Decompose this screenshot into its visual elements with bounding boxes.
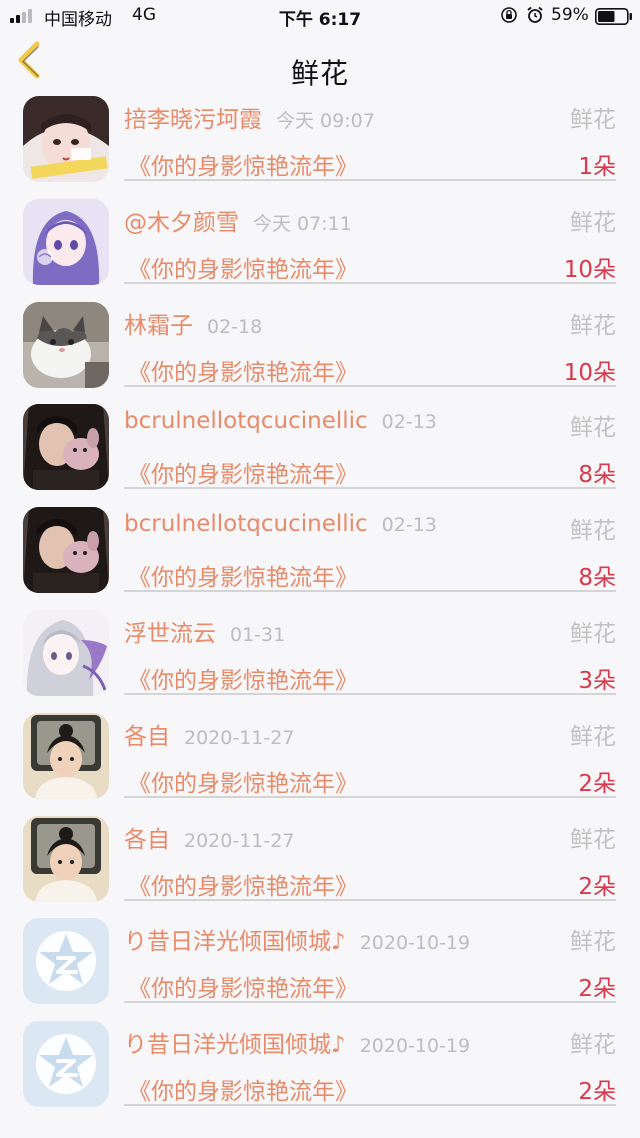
avatar[interactable] <box>23 1021 109 1108</box>
gift-date: 02-13 <box>381 514 437 537</box>
avatar[interactable] <box>23 301 109 388</box>
gift-type: 鲜花 <box>570 826 616 853</box>
avatar-image <box>23 301 109 388</box>
sender-name[interactable]: 掊李晓污坷霞 今天 09:07 <box>124 100 375 134</box>
gift-date: 02-18 <box>207 315 263 338</box>
gift-type: 鲜花 <box>570 518 616 545</box>
row-divider <box>124 590 616 593</box>
flower-gift-list: 掊李晓污坷霞 今天 09:07 鲜花 《你的身影惊艳流年》 1朵 @木夕颜雪 今天 … <box>0 90 640 1118</box>
gift-record[interactable]: 各自 2020-11-27 鲜花 《你的身影惊艳流年》 2朵 <box>0 810 640 913</box>
gift-record[interactable]: 浮世流云 01-31 鲜花 《你的身影惊艳流年》 3朵 <box>0 604 640 707</box>
gift-date: 02-13 <box>381 411 437 434</box>
gift-date: 今天 09:07 <box>276 110 375 132</box>
row-divider <box>124 281 616 284</box>
avatar[interactable] <box>23 198 109 285</box>
nav-bar: 鲜花 <box>0 32 640 90</box>
avatar[interactable] <box>23 918 109 1005</box>
sender-name[interactable]: bcrulnellotqcucinellic 02-13 <box>124 408 437 434</box>
row-divider <box>124 179 616 181</box>
sender-name[interactable]: 浮世流云 01-31 <box>124 614 285 648</box>
sender-name[interactable]: り昔日洋光倾国倾城♪ 2020-10-19 <box>124 1025 470 1059</box>
avatar-image <box>23 404 109 491</box>
alarm-icon <box>527 6 543 23</box>
gift-record[interactable]: り昔日洋光倾国倾城♪ 2020-10-19 鲜花 《你的身影惊艳流年》 2朵 <box>0 1015 640 1118</box>
avatar[interactable] <box>23 96 109 182</box>
row-divider <box>124 1104 616 1107</box>
gift-type: 鲜花 <box>570 107 616 133</box>
flower-count: 10朵 <box>563 359 616 386</box>
gift-date: 2020-11-27 <box>184 829 295 852</box>
sender-name[interactable]: @木夕颜雪 今天 07:11 <box>124 203 352 237</box>
status-bar: 中国移动 4G 下午 6:17 59% <box>0 0 640 32</box>
sender-name[interactable]: り昔日洋光倾国倾城♪ 2020-10-19 <box>124 922 470 956</box>
avatar-image <box>23 609 109 696</box>
flower-count: 2朵 <box>578 873 616 900</box>
avatar[interactable] <box>23 712 109 799</box>
avatar[interactable] <box>23 404 109 491</box>
gift-type: 鲜花 <box>570 1032 616 1059</box>
flower-count: 2朵 <box>578 976 616 1003</box>
page-title: 鲜花 <box>290 57 349 90</box>
sender-name[interactable]: 各自 2020-11-27 <box>124 717 294 751</box>
gift-record[interactable]: 林霜子 02-18 鲜花 《你的身影惊艳流年》 10朵 <box>0 296 640 399</box>
gift-type: 鲜花 <box>570 312 616 339</box>
row-divider <box>124 898 616 901</box>
flower-count: 3朵 <box>578 667 616 694</box>
flower-count: 10朵 <box>563 256 616 283</box>
sender-name[interactable]: 各自 2020-11-27 <box>124 820 294 854</box>
row-divider <box>124 384 616 387</box>
row-divider <box>124 692 616 695</box>
work-title[interactable]: 《你的身影惊艳流年》 <box>128 353 358 387</box>
gift-record[interactable]: 掊李晓污坷霞 今天 09:07 鲜花 《你的身影惊艳流年》 1朵 <box>0 90 640 193</box>
avatar-image <box>23 815 109 902</box>
flower-count: 2朵 <box>578 770 616 797</box>
avatar-image <box>23 1021 109 1108</box>
work-title[interactable]: 《你的身影惊艳流年》 <box>128 250 358 284</box>
work-title[interactable]: 《你的身影惊艳流年》 <box>128 455 358 489</box>
row-divider <box>124 795 616 798</box>
row-divider <box>124 487 616 490</box>
sender-name[interactable]: 林霜子 02-18 <box>124 306 262 340</box>
gift-record[interactable]: り昔日洋光倾国倾城♪ 2020-10-19 鲜花 《你的身影惊艳流年》 2朵 <box>0 912 640 1015</box>
work-title[interactable]: 《你的身影惊艳流年》 <box>128 867 358 901</box>
gift-type: 鲜花 <box>570 620 616 647</box>
work-title[interactable]: 《你的身影惊艳流年》 <box>128 1072 358 1106</box>
gift-record[interactable]: bcrulnellotqcucinellic 02-13 鲜花 《你的身影惊艳流年… <box>0 501 640 604</box>
gift-record[interactable]: bcrulnellotqcucinellic 02-13 鲜花 《你的身影惊艳流年… <box>0 398 640 501</box>
work-title[interactable]: 《你的身影惊艳流年》 <box>128 147 358 181</box>
gift-type: 鲜花 <box>570 723 616 750</box>
gift-date: 01-31 <box>230 623 286 646</box>
gift-record[interactable]: @木夕颜雪 今天 07:11 鲜花 《你的身影惊艳流年》 10朵 <box>0 193 640 296</box>
battery-percent: 59% <box>551 5 589 25</box>
gift-date: 2020-10-19 <box>359 1035 471 1058</box>
rotation-lock-icon <box>501 7 517 23</box>
flower-count: 8朵 <box>578 565 616 592</box>
sender-name[interactable]: bcrulnellotqcucinellic 02-13 <box>124 511 437 537</box>
flower-count: 8朵 <box>578 462 616 489</box>
work-title[interactable]: 《你的身影惊艳流年》 <box>128 558 358 592</box>
flower-count: 2朵 <box>578 1079 616 1106</box>
gift-date: 2020-10-19 <box>359 932 471 955</box>
avatar-image <box>23 507 109 594</box>
row-divider <box>124 1001 616 1004</box>
avatar-image <box>23 96 109 182</box>
gift-type: 鲜花 <box>570 415 616 442</box>
gift-date: 2020-11-27 <box>184 726 295 749</box>
work-title[interactable]: 《你的身影惊艳流年》 <box>128 764 358 798</box>
gift-date: 今天 07:11 <box>253 212 352 235</box>
avatar-image <box>23 198 109 285</box>
status-time: 下午 6:17 <box>278 10 362 30</box>
work-title[interactable]: 《你的身影惊艳流年》 <box>128 969 358 1003</box>
battery-icon <box>595 8 632 25</box>
gift-type: 鲜花 <box>570 209 616 236</box>
gift-type: 鲜花 <box>570 929 616 956</box>
avatar[interactable] <box>23 507 109 594</box>
work-title[interactable]: 《你的身影惊艳流年》 <box>128 661 358 695</box>
avatar[interactable] <box>23 609 109 696</box>
avatar-image <box>23 712 109 799</box>
avatar[interactable] <box>23 815 109 902</box>
gift-record[interactable]: 各自 2020-11-27 鲜花 《你的身影惊艳流年》 2朵 <box>0 707 640 810</box>
avatar-image <box>23 918 109 1005</box>
flower-count: 1朵 <box>578 154 616 180</box>
